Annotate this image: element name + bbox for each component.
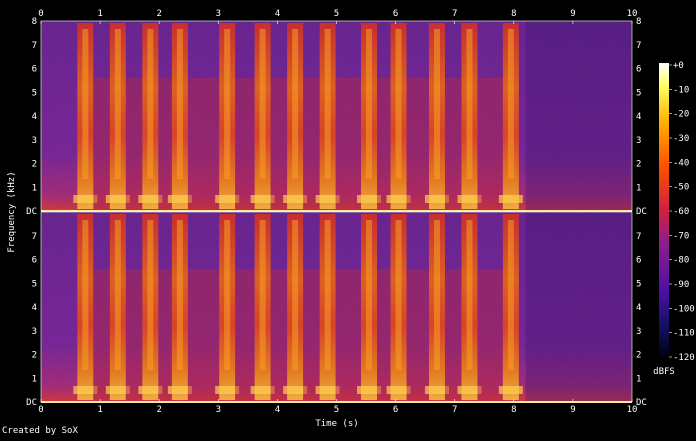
x-tick-label-top: 4 (275, 9, 280, 19)
y-tick-label-left: 5 (32, 88, 37, 98)
colorbar-tick-label: -50 (673, 183, 689, 193)
y-tick-label-left: DC (26, 398, 37, 408)
y-tick-label-right: 6 (636, 256, 641, 266)
y-tick-label-right: 3 (636, 136, 641, 146)
colorbar-tick-label: -110 (673, 329, 695, 339)
x-tick-label-bottom: 5 (334, 405, 339, 415)
spectrogram-chart: 001122334455667788991010DC DC1 12 23 34 45 56 6… (7, 9, 695, 429)
x-tick-label-top: 7 (452, 9, 457, 19)
x-tick-label-top: 8 (511, 9, 516, 19)
x-tick-label-top: 2 (156, 9, 161, 19)
colorbar-tick-label: -20 (673, 110, 689, 120)
credit-text: Created by SoX (2, 426, 78, 436)
x-tick-label-top: 0 (38, 9, 43, 19)
x-tick-label-bottom: 8 (511, 405, 516, 415)
x-tick-label-bottom: 0 (38, 405, 43, 415)
y-tick-label-right: 2 (636, 351, 641, 361)
y-tick-label-left: DC (26, 207, 37, 217)
colorbar-tick-label: -70 (673, 231, 689, 241)
y-tick-label-right: 5 (636, 88, 641, 98)
y-tick-label-left: 6 (32, 65, 37, 75)
x-tick-label-bottom: 1 (97, 405, 102, 415)
y-tick-label-left: 6 (32, 256, 37, 266)
channel-2-panel (41, 212, 632, 403)
y-tick-label-right: 1 (636, 183, 641, 193)
y-tick-label-right: 3 (636, 327, 641, 337)
colorbar-tick-label: -80 (673, 256, 689, 266)
colorbar-ticks: +0 -10 -20 -30 -40 -50 -60 -70 -80 -90 -100 -110 -12… (669, 61, 695, 363)
x-tick-label-bottom: 9 (570, 405, 575, 415)
y-tick-label-right: 6 (636, 65, 641, 75)
y-tick-label-left: 8 (32, 17, 37, 27)
y-tick-label-right: 8 (636, 17, 641, 27)
y-tick-label-right: 4 (636, 303, 641, 313)
y-tick-label-right: DC (636, 207, 647, 217)
x-tick-label-bottom: 6 (393, 405, 398, 415)
x-tick-label-top: 1 (97, 9, 102, 19)
y-tick-label-right: 5 (636, 279, 641, 289)
colorbar-tick-label: -30 (673, 134, 689, 144)
y-tick-label-right: 7 (636, 41, 641, 51)
colorbar-tick-label: +0 (673, 61, 684, 71)
y-tick-label-left: 5 (32, 279, 37, 289)
x-axis-title: Time (s) (315, 419, 358, 429)
x-tick-label-bottom: 7 (452, 405, 457, 415)
y-tick-label-right: 4 (636, 112, 641, 122)
colorbar-tick-label: -90 (673, 280, 689, 290)
y-tick-label-right: DC (636, 398, 647, 408)
x-tick-label-bottom: 2 (156, 405, 161, 415)
y-tick-label-left: 7 (32, 232, 37, 242)
x-tick-label-top: 6 (393, 9, 398, 19)
channel-1-panel (41, 21, 632, 212)
y-tick-label-right: 7 (636, 232, 641, 242)
x-tick-label-bottom: 3 (216, 405, 221, 415)
colorbar-tick-label: -120 (673, 353, 695, 363)
x-tick-label-top: 9 (570, 9, 575, 19)
colorbar-tick-label: -40 (673, 158, 689, 168)
colorbar-tick-label: -10 (673, 85, 689, 95)
y-tick-label-left: 1 (32, 183, 37, 193)
y-tick-label-left: 3 (32, 327, 37, 337)
x-tick-label-top: 5 (334, 9, 339, 19)
y-tick-label-left: 4 (32, 303, 37, 313)
y-tick-label-left: 2 (32, 160, 37, 170)
y-tick-label-right: 2 (636, 160, 641, 170)
y-tick-label-left: 7 (32, 41, 37, 51)
colorbar-tick-label: -60 (673, 207, 689, 217)
y-axis-title: Frequency (kHz) (7, 171, 17, 252)
colorbar (659, 63, 669, 357)
y-tick-label-right: 1 (636, 374, 641, 384)
x-tick-label-bottom: 4 (275, 405, 280, 415)
y-tick-label-left: 2 (32, 351, 37, 361)
x-tick-label-top: 3 (216, 9, 221, 19)
colorbar-tick-label: -100 (673, 304, 695, 314)
y-tick-label-left: 3 (32, 136, 37, 146)
colorbar-label: dBFS (653, 367, 675, 377)
y-tick-label-left: 1 (32, 374, 37, 384)
y-tick-label-left: 4 (32, 112, 37, 122)
